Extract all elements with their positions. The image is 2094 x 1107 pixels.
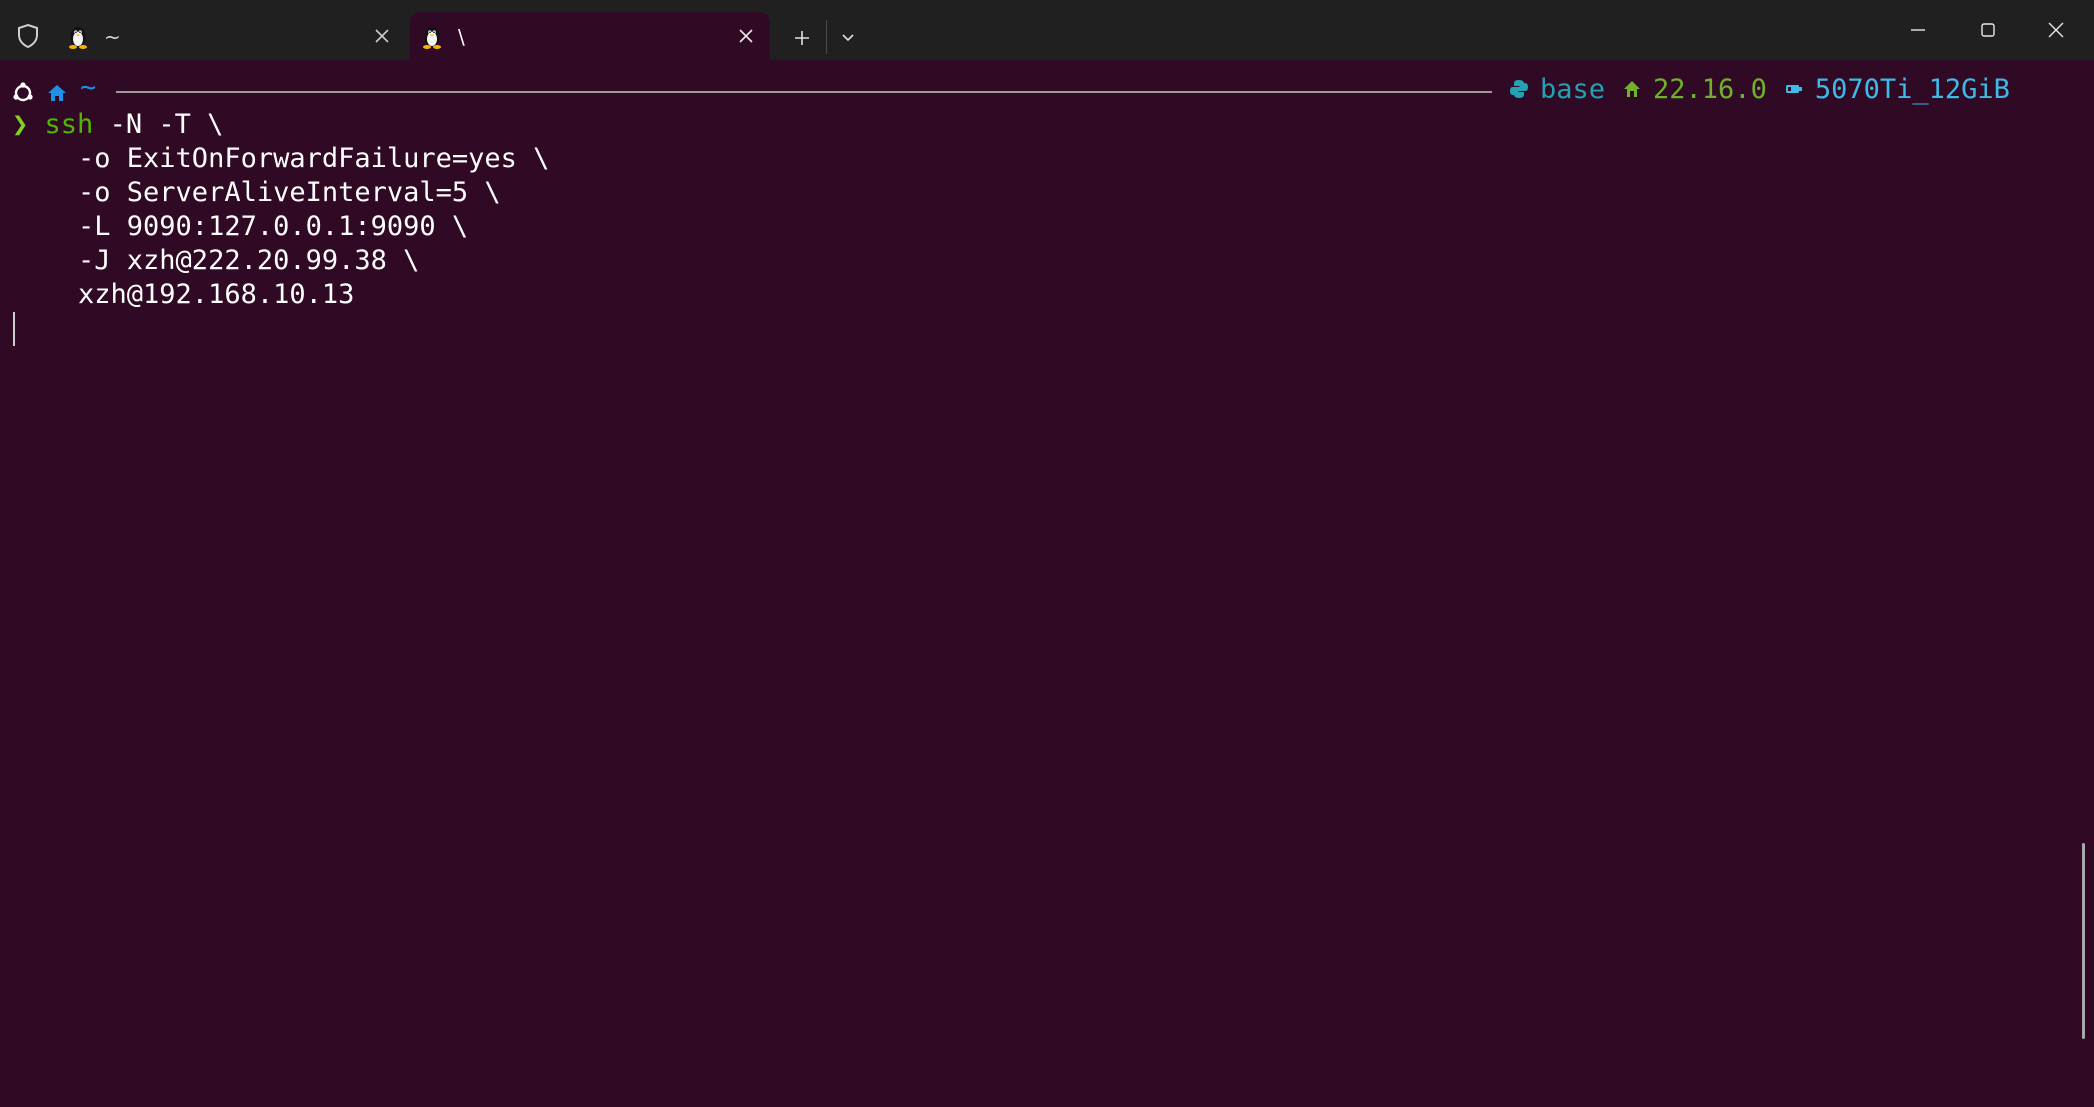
scrollbar[interactable]	[2082, 843, 2085, 1039]
minimize-button[interactable]	[1884, 0, 1952, 60]
prompt-divider	[116, 91, 1492, 93]
tab-home[interactable]: ~	[56, 12, 406, 60]
close-window-button[interactable]	[2022, 0, 2090, 60]
close-tab-icon[interactable]	[372, 26, 392, 46]
linux-tux-icon	[420, 24, 444, 50]
command-args: -N -T \	[93, 109, 224, 140]
node-version: 22.16.0	[1653, 73, 1767, 105]
tab-separator	[826, 20, 827, 54]
title-bar: ~ \	[0, 0, 2094, 60]
linux-tux-icon	[66, 24, 90, 50]
continuation-line: -L 9090:127.0.0.1:9090 \	[13, 211, 469, 242]
close-tab-icon[interactable]	[736, 26, 756, 46]
tab-title: \	[458, 25, 465, 49]
terminal-window: ~ \ ~ base 22.16.0 5070Ti_12GiB ❯ ssh -N…	[0, 0, 2094, 1107]
chevron-down-icon[interactable]	[834, 22, 862, 54]
prompt-status-bar: ~ base 22.16.0 5070Ti_12GiB	[0, 72, 2094, 108]
command-line: ❯ ssh -N -T \	[12, 108, 223, 142]
os-icon	[12, 80, 34, 102]
tab-title: ~	[104, 25, 121, 49]
python-icon	[1508, 78, 1530, 100]
prompt-right-segments: base 22.16.0 5070Ti_12GiB	[1508, 72, 2010, 106]
text-cursor	[13, 312, 15, 346]
prompt-chevron: ❯	[12, 109, 29, 140]
terminal-output[interactable]: ~ base 22.16.0 5070Ti_12GiB ❯ ssh -N -T …	[0, 60, 2094, 1107]
tab-active[interactable]: \	[410, 12, 770, 60]
continuation-line: -o ServerAliveInterval=5 \	[13, 177, 501, 208]
gpu-icon	[1783, 78, 1805, 100]
maximize-button[interactable]	[1954, 0, 2022, 60]
continuation-line: -o ExitOnForwardFailure=yes \	[13, 143, 550, 174]
cwd-label: ~	[80, 72, 97, 103]
gpu-info: 5070Ti_12GiB	[1814, 73, 2010, 105]
conda-env: base	[1540, 73, 1606, 105]
home-icon	[46, 80, 68, 102]
node-icon	[1621, 78, 1643, 100]
shield-icon[interactable]	[12, 20, 44, 52]
new-tab-button[interactable]	[786, 22, 818, 54]
continuation-line: -J xzh@222.20.99.38 \	[13, 245, 420, 276]
command-name: ssh	[44, 109, 94, 140]
continuation-line: xzh@192.168.10.13	[13, 279, 355, 310]
